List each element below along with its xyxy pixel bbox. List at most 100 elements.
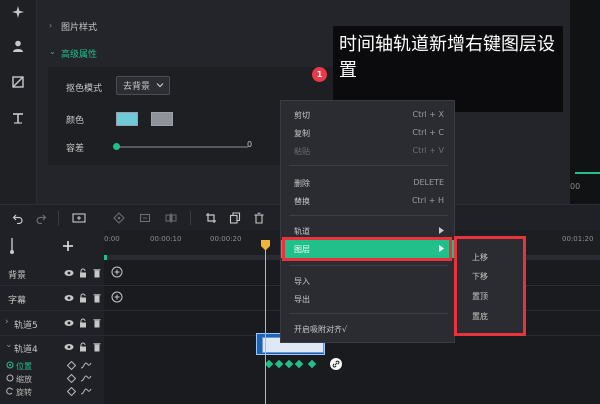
menu-item-label: 轨道 <box>294 227 310 236</box>
tolerance-slider-handle[interactable] <box>113 143 120 150</box>
menu-item-shortcut: Ctrl + X <box>412 110 444 119</box>
add-media-icon[interactable] <box>70 209 88 227</box>
chevron-down-icon: ⌄ <box>49 47 56 56</box>
lock-icon[interactable] <box>78 268 88 278</box>
menu-item-replace[interactable]: 替换 Ctrl + H <box>281 192 456 210</box>
menu-item-snap[interactable]: 开启吸附对齐√ <box>281 320 456 338</box>
menu-item-cut[interactable]: 剪切 Ctrl + X <box>281 106 456 124</box>
keyframe-controls <box>67 387 92 396</box>
playhead-line[interactable] <box>265 246 266 404</box>
highlight-frame <box>282 237 452 261</box>
trash-icon[interactable] <box>92 318 102 328</box>
menu-separator <box>289 165 448 166</box>
playhead-handle[interactable] <box>260 240 271 251</box>
tolerance-label: 容差 <box>66 144 85 154</box>
filter-icon[interactable] <box>0 70 36 94</box>
chevron-right-icon: › <box>49 21 53 30</box>
menu-item-shortcut: Ctrl + C <box>412 128 444 137</box>
lock-icon[interactable] <box>78 342 88 352</box>
ruler-tick-label: 00:00:10 <box>150 235 182 243</box>
eye-icon[interactable] <box>64 268 74 278</box>
tolerance-slider[interactable] <box>116 146 248 148</box>
text-icon[interactable] <box>0 106 36 130</box>
link-icon[interactable] <box>330 358 342 370</box>
redo-icon[interactable] <box>32 209 50 227</box>
track-controls <box>64 268 102 278</box>
curve-icon[interactable] <box>80 361 92 370</box>
delete-icon[interactable] <box>250 209 268 227</box>
ruler-tick-label: 00:01:20 <box>562 235 594 243</box>
menu-item-export[interactable]: 导出 <box>281 290 456 308</box>
color-label: 颜色 <box>66 116 85 126</box>
tolerance-value: 0 <box>247 140 253 149</box>
fit-icon[interactable] <box>136 209 154 227</box>
undo-icon[interactable] <box>9 209 27 227</box>
lock-icon[interactable] <box>78 318 88 328</box>
split-icon[interactable] <box>162 209 180 227</box>
subtrack-label: 旋转 <box>16 388 32 397</box>
toolbar-divider <box>190 211 191 225</box>
keyframe-controls <box>67 374 92 383</box>
annotation-badge: 1 <box>312 67 327 82</box>
trash-icon[interactable] <box>92 342 102 352</box>
keyframe-diamond-icon[interactable] <box>67 374 76 383</box>
caret-right-icon <box>439 227 444 234</box>
user-icon[interactable] <box>0 34 36 58</box>
keyframe-controls <box>67 361 92 370</box>
trash-icon[interactable] <box>92 293 102 303</box>
chevron-down-icon[interactable]: ⌄ <box>5 340 13 350</box>
color-swatch-secondary[interactable] <box>151 112 173 126</box>
track-name: 背景 <box>8 271 27 281</box>
menu-separator <box>289 313 448 314</box>
menu-separator <box>289 215 448 216</box>
eye-icon[interactable] <box>64 293 74 303</box>
marker-icon[interactable] <box>110 209 128 227</box>
menu-item-shortcut: Ctrl + V <box>412 146 445 155</box>
chevron-right-icon[interactable]: › <box>5 317 9 327</box>
eye-icon[interactable] <box>64 342 74 352</box>
track-name: 轨道4 <box>14 345 38 355</box>
eye-icon[interactable] <box>64 318 74 328</box>
section-advanced-label: 高级属性 <box>61 50 98 60</box>
menu-item-import[interactable]: 导入 <box>281 272 456 290</box>
rotate-icon <box>6 387 14 395</box>
track-name: 轨道5 <box>14 321 38 331</box>
left-sidebar <box>0 0 37 204</box>
lock-icon[interactable] <box>78 293 88 303</box>
crop-icon[interactable] <box>202 209 220 227</box>
copy-icon[interactable] <box>226 209 244 227</box>
menu-item-label: 开启吸附对齐√ <box>294 325 348 334</box>
keyframe-diamond-icon[interactable] <box>67 387 76 396</box>
menu-item-copy[interactable]: 复制 Ctrl + C <box>281 124 456 142</box>
preview-time: 00 <box>570 182 581 191</box>
submenu-item-send-to-bottom[interactable]: 置底 <box>472 311 488 322</box>
submenu-item-move-up[interactable]: 上移 <box>472 252 488 263</box>
menu-item-delete[interactable]: 删除 DELETE <box>281 174 456 192</box>
range-start-marker[interactable] <box>104 255 107 260</box>
track-name: 字幕 <box>8 296 27 306</box>
blend-mode-select[interactable]: 去背景 <box>116 76 170 95</box>
curve-icon[interactable] <box>80 387 92 396</box>
scale-icon <box>6 374 14 382</box>
keyframe-diamond-icon[interactable] <box>67 361 76 370</box>
preview-side-panel: 00 <box>570 0 600 204</box>
color-swatch-primary[interactable] <box>116 112 138 126</box>
ruler-tick-label: 00:00:20 <box>210 235 242 243</box>
zoom-slider-icon[interactable] <box>6 236 20 254</box>
sparkle-icon[interactable] <box>0 0 36 24</box>
context-menu: 剪切 Ctrl + X 复制 Ctrl + C 粘贴 Ctrl + V 删除 D… <box>280 100 456 343</box>
menu-item-label: 复制 <box>294 129 310 138</box>
add-clip-icon[interactable] <box>111 291 123 303</box>
curve-icon[interactable] <box>80 374 92 383</box>
add-track-icon[interactable] <box>62 240 74 252</box>
toolbar-divider <box>58 211 59 225</box>
menu-item-shortcut: Ctrl + H <box>411 196 444 205</box>
ruler-tick-label: 0:00 <box>104 235 120 243</box>
submenu-item-move-down[interactable]: 下移 <box>472 271 488 282</box>
submenu-item-bring-to-top[interactable]: 置顶 <box>472 291 488 302</box>
trash-icon[interactable] <box>92 268 102 278</box>
menu-separator <box>289 265 448 266</box>
menu-item-label: 替换 <box>294 197 310 206</box>
add-clip-icon[interactable] <box>111 266 123 278</box>
menu-item-paste[interactable]: 粘贴 Ctrl + V <box>281 142 456 160</box>
